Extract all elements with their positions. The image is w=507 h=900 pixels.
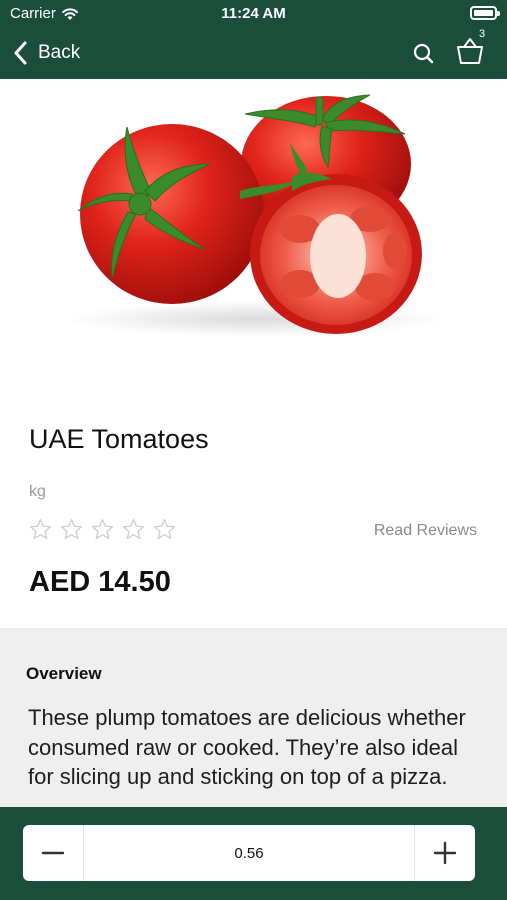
star-outline-icon[interactable] [152,517,177,542]
battery-full-icon [470,6,500,20]
product-title: UAE Tomatoes [29,424,209,454]
chevron-left-icon [14,41,27,65]
back-button[interactable]: Back [14,38,80,68]
product-image [0,79,507,379]
star-outline-icon[interactable] [59,517,84,542]
increase-quantity-button[interactable] [415,825,475,881]
cart-count-badge: 3 [479,28,486,40]
basket-icon[interactable] [455,36,485,66]
star-rating[interactable] [28,517,177,542]
overview-heading: Overview [26,664,102,683]
tomatoes-photo [65,94,445,337]
quantity-stepper: 0.56 [23,825,475,881]
minus-icon [41,851,65,855]
top-header: Carrier 11:24 AM Back 3 [0,0,507,79]
status-bar: Carrier 11:24 AM [0,0,507,28]
star-outline-icon[interactable] [28,517,53,542]
product-price: AED 14.50 [29,566,171,598]
quantity-bar: 0.56 [0,807,507,900]
back-label: Back [38,42,81,63]
read-reviews-link[interactable]: Read Reviews [374,522,477,540]
product-unit: kg [29,483,46,500]
status-time: 11:24 AM [221,5,286,22]
search-icon[interactable] [412,38,436,66]
plus-icon [433,841,457,865]
decrease-quantity-button[interactable] [23,825,83,881]
overview-section: Overview These plump tomatoes are delici… [0,628,507,808]
star-outline-icon[interactable] [90,517,115,542]
star-outline-icon[interactable] [121,517,146,542]
quantity-value[interactable]: 0.56 [83,825,415,881]
overview-description: These plump tomatoes are delicious wheth… [28,705,466,789]
